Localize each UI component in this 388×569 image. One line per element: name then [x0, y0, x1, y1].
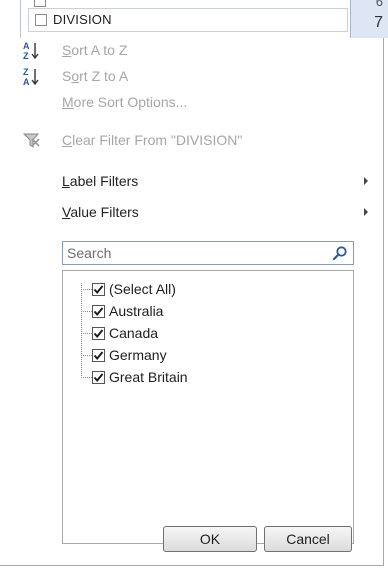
menu-sort-z-to-a[interactable]: Z A Sort Z to A [0, 64, 382, 90]
checkmark-icon [93, 285, 104, 295]
ok-button[interactable]: OK [163, 526, 257, 552]
tree-connector [81, 289, 92, 290]
grid-line [20, 0, 21, 38]
row-number-7: 7 [374, 14, 383, 31]
submenu-arrow-icon [364, 208, 368, 216]
svg-text:Z: Z [23, 67, 29, 77]
filter-list-label: (Select All) [109, 281, 176, 297]
menu-sort-a-to-z[interactable]: A Z Sort A to Z [0, 38, 382, 64]
tree-connector [81, 355, 92, 356]
svg-text:A: A [23, 41, 30, 51]
menu-label: Sort A to Z [62, 42, 128, 58]
checkbox[interactable] [92, 283, 105, 296]
submenu-arrow-icon [364, 177, 368, 185]
svg-text:A: A [23, 77, 30, 87]
menu-clear-filter[interactable]: Clear Filter From "DIVISION" [0, 128, 382, 154]
menu-more-sort-options[interactable]: More Sort Options... [0, 90, 382, 116]
search-input[interactable] [63, 242, 329, 264]
menu-label: Sort Z to A [62, 68, 129, 84]
menu-label: Value Filters [62, 204, 139, 220]
row-number-cell: 6 7 [350, 0, 388, 38]
checkbox[interactable] [92, 327, 105, 340]
filter-list-label: Australia [109, 303, 164, 319]
checkmark-icon [93, 351, 104, 361]
clear-filter-icon [22, 130, 42, 152]
search-box[interactable] [62, 241, 354, 265]
svg-text:Z: Z [23, 51, 29, 61]
filter-list-item[interactable]: (Select All) [81, 279, 341, 301]
menu-label: Clear Filter From "DIVISION" [62, 132, 243, 148]
filter-list-label: Canada [109, 325, 159, 341]
checkbox[interactable] [92, 349, 105, 362]
tree-connector [81, 311, 92, 312]
cancel-button[interactable]: Cancel [264, 526, 352, 552]
menu-label: More Sort Options... [62, 94, 188, 110]
field-checkbox[interactable] [35, 14, 47, 26]
filter-list-item[interactable]: Great Britain [81, 367, 341, 389]
checkmark-icon [93, 329, 104, 339]
sort-descending-icon: Z A [22, 66, 42, 88]
worksheet-strip: DIVISION 6 7 [0, 0, 388, 38]
checkbox[interactable] [92, 371, 105, 384]
search-icon[interactable] [332, 245, 348, 261]
menu-value-filters[interactable]: Value Filters [0, 200, 382, 226]
sort-ascending-icon: A Z [22, 40, 42, 62]
filter-list-item[interactable]: Canada [81, 323, 341, 345]
pivot-field-cell[interactable]: DIVISION [28, 8, 348, 32]
menu-label-filters[interactable]: Label Filters [0, 169, 382, 195]
filter-values-list: (Select All) Australia Canada Germany Great … [62, 270, 354, 544]
filter-list-label: Great Britain [109, 369, 188, 385]
menu-label: Label Filters [62, 173, 139, 189]
filter-list-label: Germany [109, 347, 167, 363]
field-label: DIVISION [53, 12, 112, 27]
checkmark-icon [93, 307, 104, 317]
partial-checkbox [34, 0, 46, 7]
autofilter-dropdown: A Z Sort A to Z Z A Sort Z to A More Sor… [0, 38, 384, 566]
row-number-6: 6 [375, 0, 383, 9]
filter-list-item[interactable]: Australia [81, 301, 341, 323]
checkmark-icon [93, 373, 104, 383]
tree-connector [81, 377, 92, 378]
checkbox[interactable] [92, 305, 105, 318]
filter-list-item[interactable]: Germany [81, 345, 341, 367]
tree-connector [81, 333, 92, 334]
